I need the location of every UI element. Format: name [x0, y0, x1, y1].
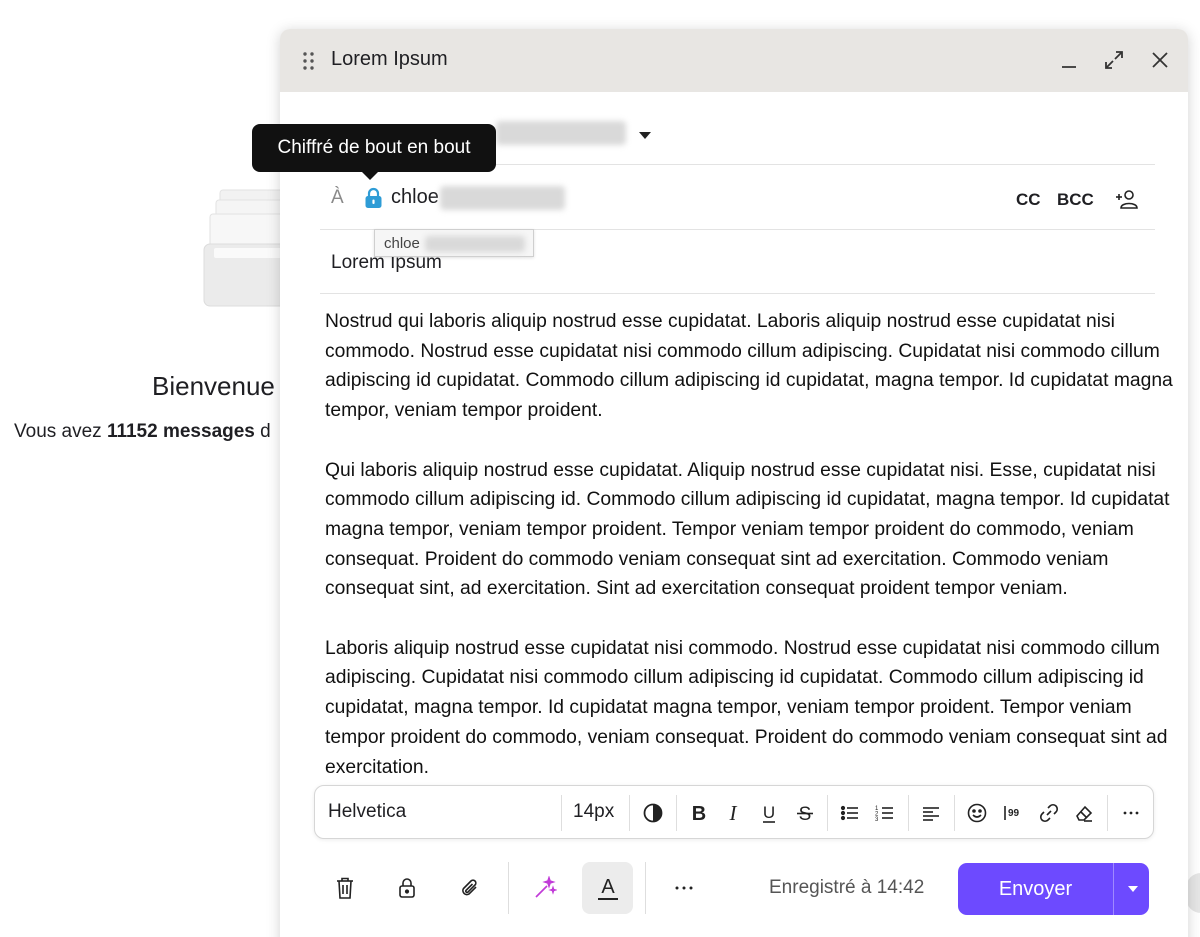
font-family-select[interactable]: Helvetica: [328, 801, 406, 823]
more-icon: [675, 886, 693, 890]
close-icon: [1152, 52, 1168, 68]
welcome-subtitle: Vous avez 11152 messages d: [14, 421, 271, 442]
trash-icon: [337, 877, 353, 899]
send-button[interactable]: Envoyer: [958, 863, 1113, 915]
add-contact-icon: [1116, 190, 1138, 209]
recipient-chip[interactable]: chloe: [391, 186, 439, 209]
strikethrough-icon[interactable]: S: [793, 801, 817, 825]
edge-button[interactable]: [1186, 873, 1200, 913]
message-count: 11152 messages: [106, 421, 255, 442]
body-paragraph: Qui laboris aliquip nostrud esse cupidat…: [325, 459, 1170, 600]
maximize-icon: [1105, 51, 1123, 69]
welcome-title: Bienvenue: [152, 371, 275, 401]
from-address[interactable]: [496, 121, 626, 145]
message-body[interactable]: Nostrud qui laboris aliquip nostrud esse…: [325, 307, 1175, 777]
numbered-list-icon[interactable]: 123: [873, 801, 897, 825]
bcc-button[interactable]: BCC: [1057, 190, 1094, 210]
contrast-icon[interactable]: [641, 801, 665, 825]
recipient-domain: [440, 186, 565, 210]
svg-text:3: 3: [875, 817, 879, 823]
italic-icon[interactable]: I: [721, 801, 745, 825]
svg-text:U: U: [763, 803, 775, 822]
composer-title: Lorem Ipsum: [331, 48, 448, 70]
text-format-icon: A: [595, 875, 621, 901]
cc-button[interactable]: CC: [1016, 190, 1041, 210]
body-paragraph: Nostrud qui laboris aliquip nostrud esse…: [325, 311, 1173, 422]
to-row: À chloe CC BCC: [320, 166, 1155, 230]
send-button-group: Envoyer: [958, 863, 1149, 915]
chevron-down-icon: [1127, 886, 1138, 892]
bold-icon[interactable]: B: [687, 801, 711, 825]
body-paragraph: Laboris aliquip nostrud esse cupidatat n…: [325, 637, 1168, 777]
svg-text:B: B: [692, 803, 706, 824]
add-contact-button[interactable]: [1115, 188, 1139, 210]
formatting-toolbar: Helvetica 14px B I U S 123 99: [314, 785, 1154, 839]
font-size-select[interactable]: 14px: [573, 801, 614, 823]
recipient-suggestion[interactable]: chloe: [374, 229, 534, 257]
bullet-list-icon[interactable]: [838, 801, 862, 825]
eraser-icon[interactable]: [1072, 801, 1096, 825]
magic-wand-icon: [535, 876, 557, 898]
delete-draft-button[interactable]: [332, 875, 358, 901]
align-left-icon[interactable]: [919, 801, 943, 825]
to-label: À: [331, 187, 344, 208]
underline-icon[interactable]: U: [757, 801, 781, 825]
chevron-down-icon: [639, 132, 651, 139]
attachment-button[interactable]: [457, 875, 483, 901]
saved-status: Enregistré à 14:42: [769, 877, 925, 898]
paperclip-icon: [462, 879, 477, 896]
svg-text:A: A: [601, 876, 615, 898]
link-icon[interactable]: [1037, 801, 1061, 825]
svg-text:99: 99: [1008, 808, 1020, 819]
encryption-tooltip: Chiffré de bout en bout: [252, 124, 496, 180]
maximize-button[interactable]: [1101, 47, 1127, 73]
lock-icon[interactable]: [364, 187, 383, 209]
quote-icon[interactable]: 99: [1001, 801, 1025, 825]
from-dropdown[interactable]: [638, 127, 652, 139]
ai-assistant-button[interactable]: [532, 875, 558, 901]
send-options-button[interactable]: [1116, 863, 1149, 915]
more-formatting-button[interactable]: [1119, 801, 1143, 825]
drag-handle-icon[interactable]: [302, 51, 316, 71]
inbox-illustration: [200, 180, 291, 310]
more-icon: [1123, 811, 1139, 815]
padlock-icon: [399, 878, 415, 898]
minimize-button[interactable]: [1056, 47, 1082, 73]
more-actions-button[interactable]: [671, 875, 697, 901]
encryption-button[interactable]: [394, 875, 420, 901]
close-button[interactable]: [1147, 47, 1173, 73]
svg-text:I: I: [729, 802, 738, 824]
emoji-icon[interactable]: [965, 801, 989, 825]
composer-titlebar[interactable]: Lorem Ipsum: [280, 29, 1188, 92]
minimize-icon: [1062, 66, 1076, 68]
